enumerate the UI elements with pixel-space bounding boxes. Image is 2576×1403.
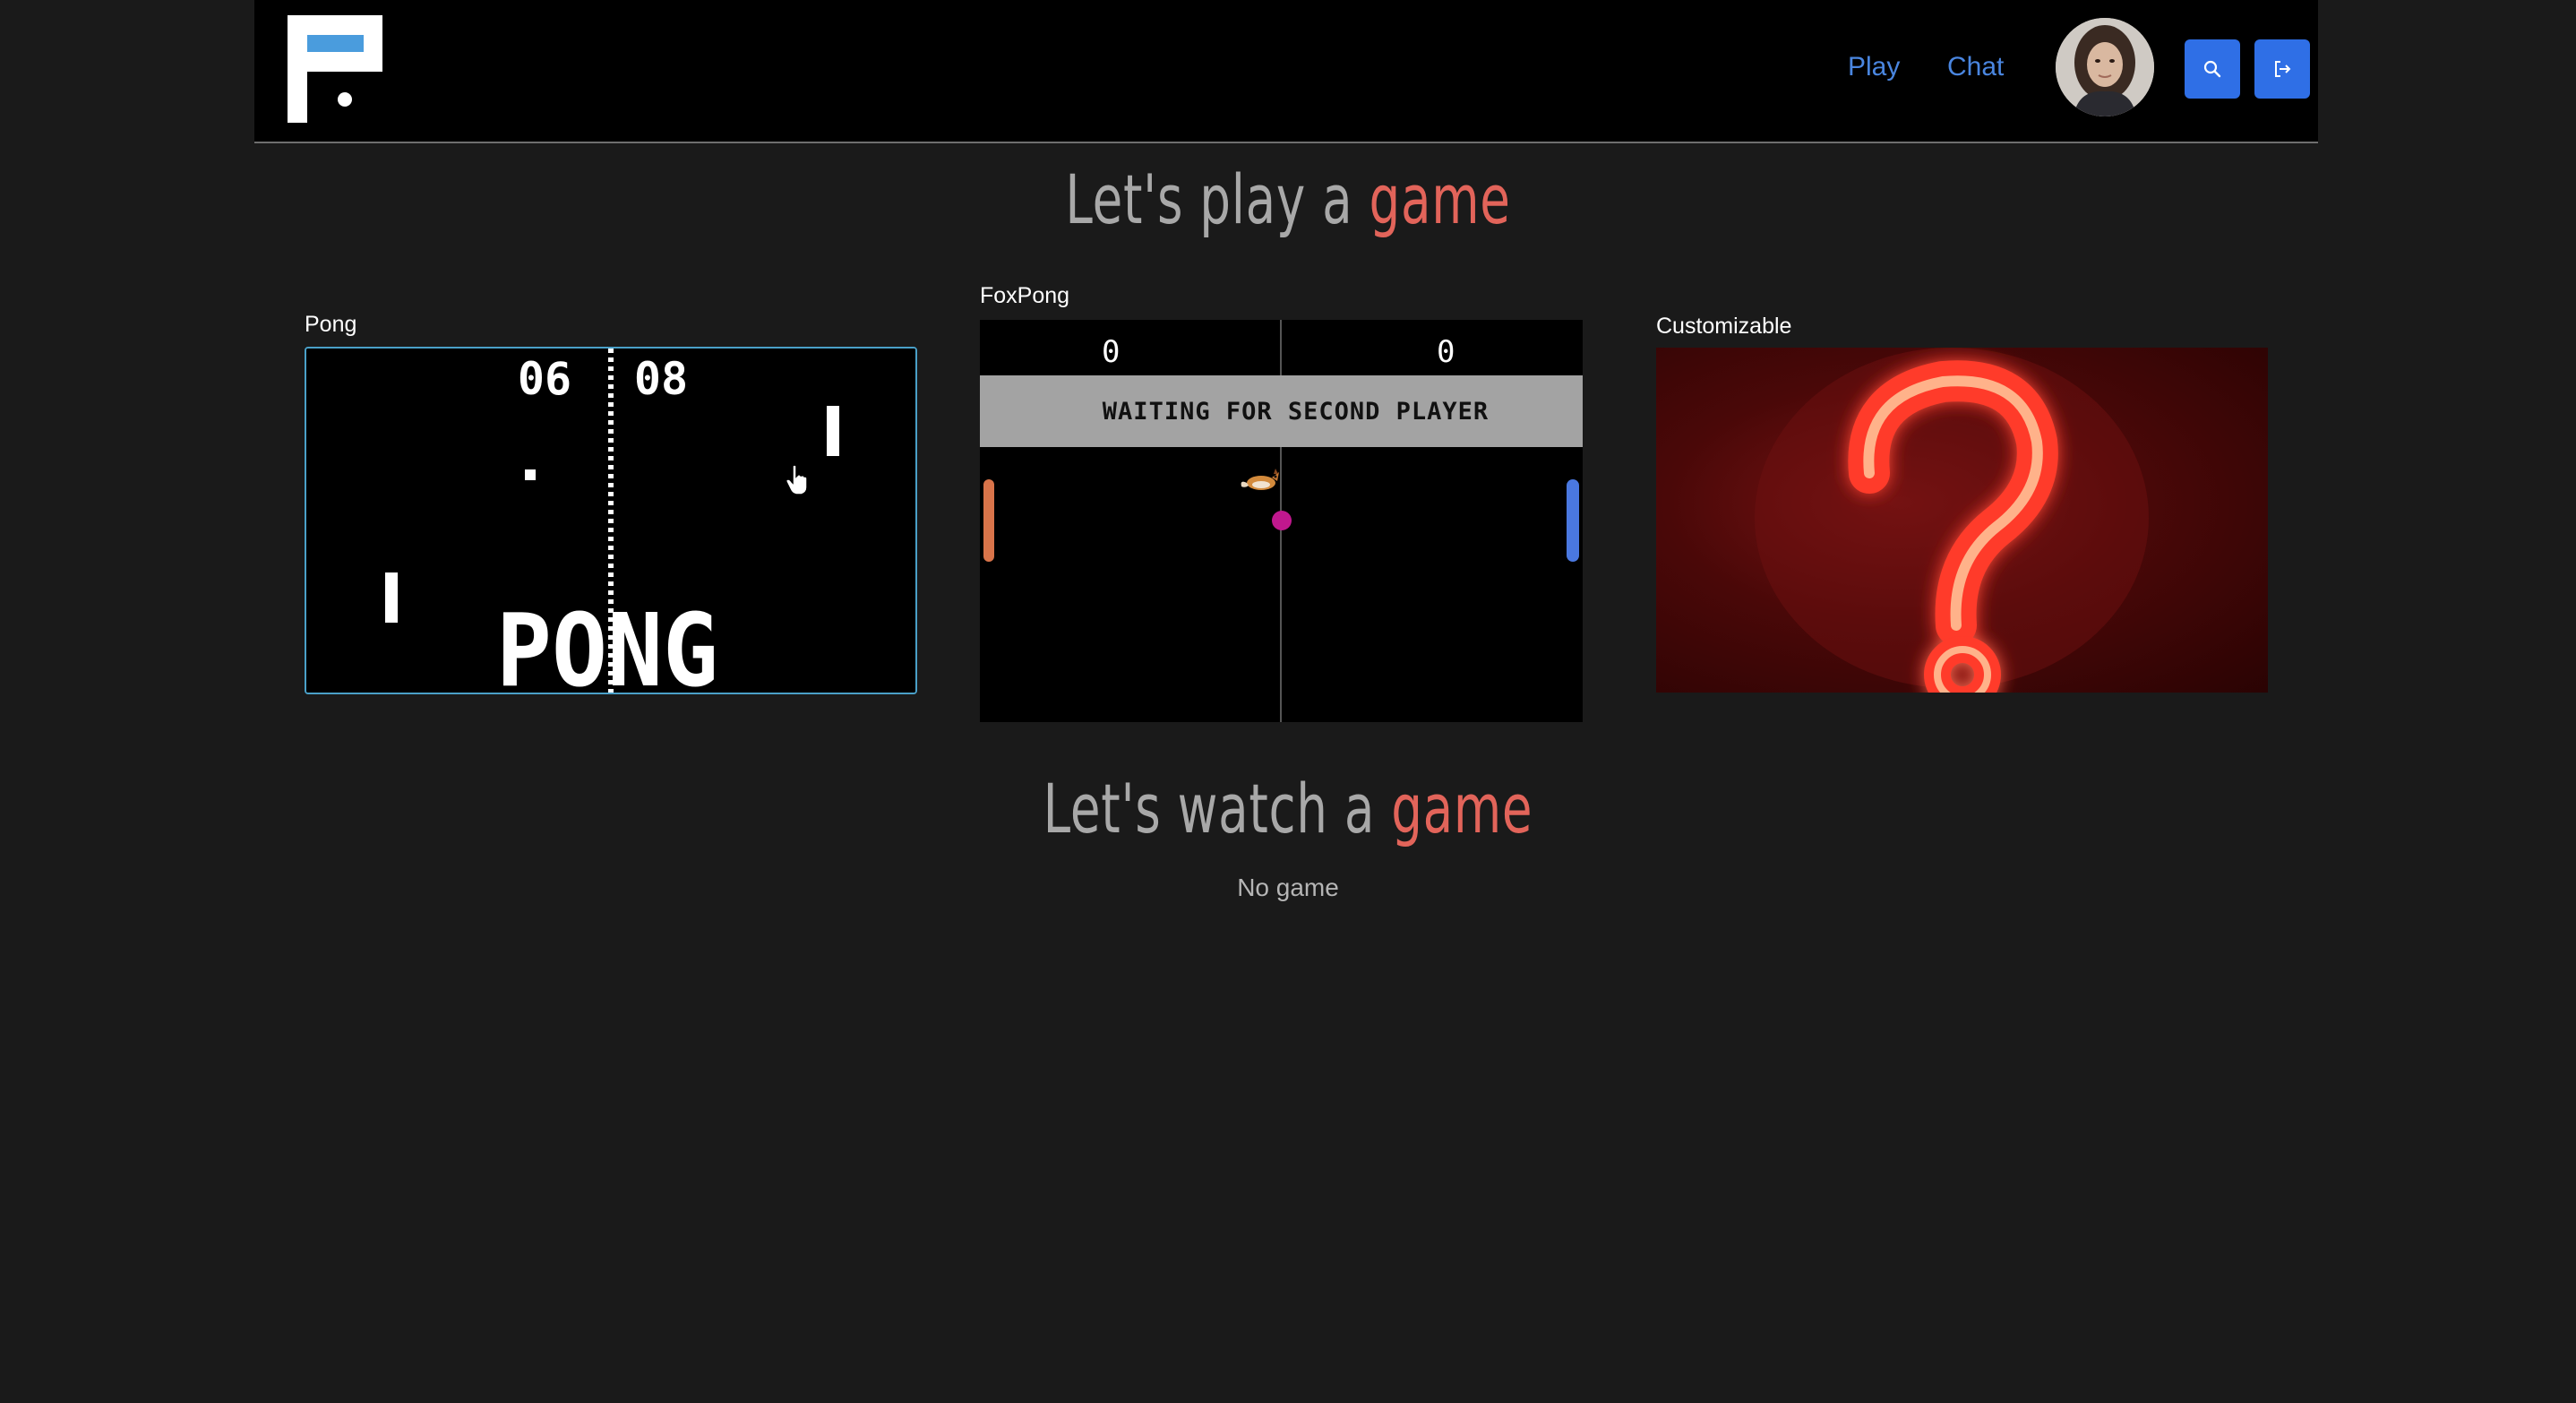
- pong-title: Pong: [305, 312, 357, 337]
- search-icon: [2203, 60, 2221, 78]
- logo-icon[interactable]: [288, 15, 382, 123]
- pong-score-left: 06: [518, 353, 571, 405]
- watch-heading-prefix: Let's watch a: [1043, 769, 1392, 848]
- watch-heading: Let's watch a game: [361, 769, 2216, 848]
- foxpong-score-left: 0: [1102, 334, 1121, 370]
- top-navbar: Play Chat: [254, 0, 2318, 143]
- play-heading-accent: game: [1369, 159, 1511, 239]
- logout-icon: [2275, 61, 2291, 77]
- pong-preview: 06 08 PONG: [306, 349, 915, 693]
- question-mark-icon: [1755, 348, 2149, 693]
- waiting-banner: WAITING FOR SECOND PLAYER: [980, 375, 1583, 447]
- ball: [1272, 511, 1292, 530]
- customizable-title: Customizable: [1656, 314, 1792, 339]
- no-game-text: No game: [1237, 874, 1339, 901]
- right-paddle: [1567, 479, 1579, 562]
- watch-heading-accent: game: [1391, 769, 1533, 848]
- hand-cursor-icon: [786, 464, 808, 495]
- fox-sprite-icon: [1241, 469, 1279, 490]
- customizable-game-card[interactable]: [1656, 348, 2268, 693]
- play-heading: Let's play a game: [361, 159, 2216, 239]
- foxpong-title: FoxPong: [980, 283, 1070, 308]
- waiting-banner-text: WAITING FOR SECOND PLAYER: [1102, 397, 1490, 426]
- logout-button[interactable]: [2254, 39, 2310, 99]
- pong-logo-text: PONG: [496, 593, 718, 693]
- avatar[interactable]: [2056, 18, 2154, 116]
- pong-score-right: 08: [634, 353, 688, 405]
- play-heading-prefix: Let's play a: [1065, 159, 1370, 239]
- foxpong-game-card[interactable]: 0 0 WAITING FOR SECOND PLAYER: [980, 320, 1583, 722]
- search-button[interactable]: [2185, 39, 2240, 99]
- nav-link-play[interactable]: Play: [1848, 52, 1900, 82]
- pong-game-card[interactable]: 06 08 PONG: [305, 347, 917, 694]
- left-paddle: [983, 479, 994, 562]
- foxpong-score-right: 0: [1437, 334, 1455, 370]
- nav-link-chat[interactable]: Chat: [1947, 52, 2004, 82]
